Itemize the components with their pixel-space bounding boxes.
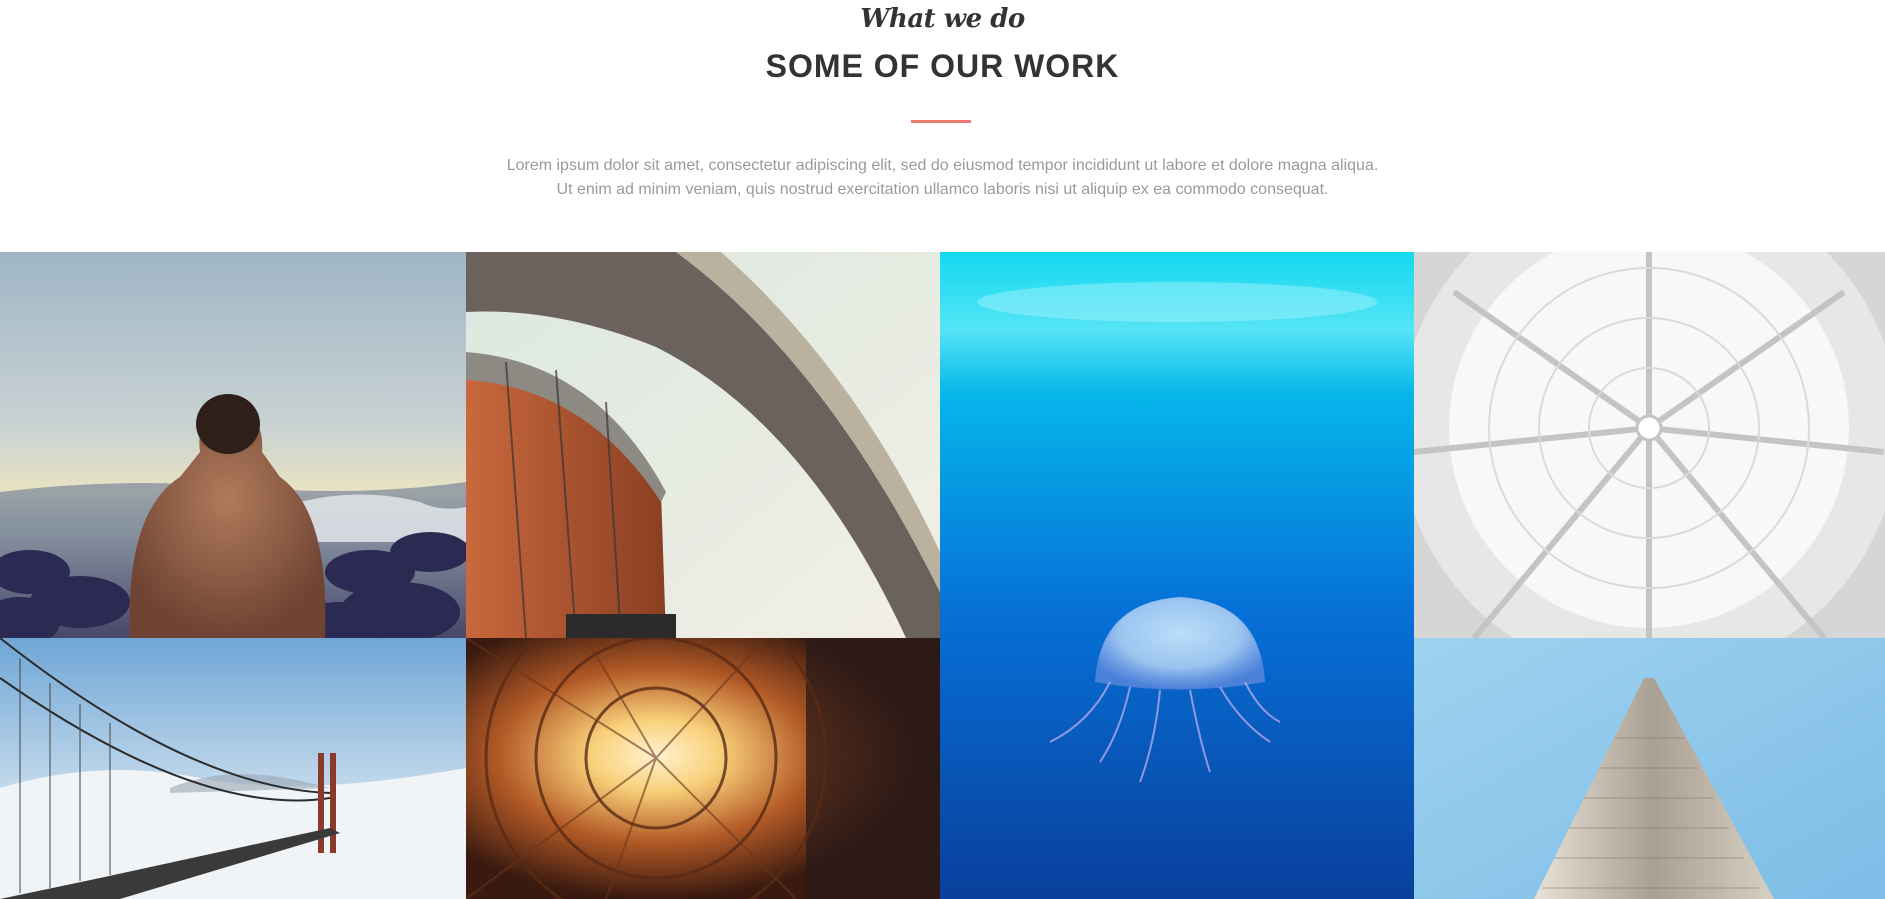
gallery-item-man-seashore[interactable] [0, 252, 466, 638]
gallery-item-skyscraper[interactable] [1414, 638, 1885, 899]
gallery-item-glass-dome[interactable] [1414, 252, 1885, 638]
gallery-item-bridge[interactable] [0, 638, 466, 899]
gallery-item-jellyfish[interactable] [940, 252, 1414, 899]
section-description: Lorem ipsum dolor sit amet, consectetur … [300, 154, 1585, 202]
curved-building-photo [466, 252, 940, 638]
description-line-2: Ut enim ad minim veniam, quis nostrud ex… [556, 181, 1329, 198]
work-section-header: What we do SOME OF OUR WORK Lorem ipsum … [0, 0, 1885, 252]
jellyfish-photo [940, 252, 1414, 899]
gallery-item-curved-building[interactable] [466, 252, 940, 638]
section-title: SOME OF OUR WORK [765, 48, 1120, 84]
skyscraper-photo [1414, 638, 1885, 899]
glass-dome-photo [1414, 252, 1885, 638]
title-divider [911, 120, 971, 123]
gallery-item-courtyard[interactable] [466, 638, 940, 899]
bridge-photo [0, 638, 466, 899]
portfolio-gallery [0, 252, 1885, 899]
man-seashore-photo [0, 252, 466, 638]
courtyard-photo [466, 638, 940, 899]
section-eyebrow: What we do [860, 4, 1025, 34]
description-line-1: Lorem ipsum dolor sit amet, consectetur … [506, 157, 1379, 174]
